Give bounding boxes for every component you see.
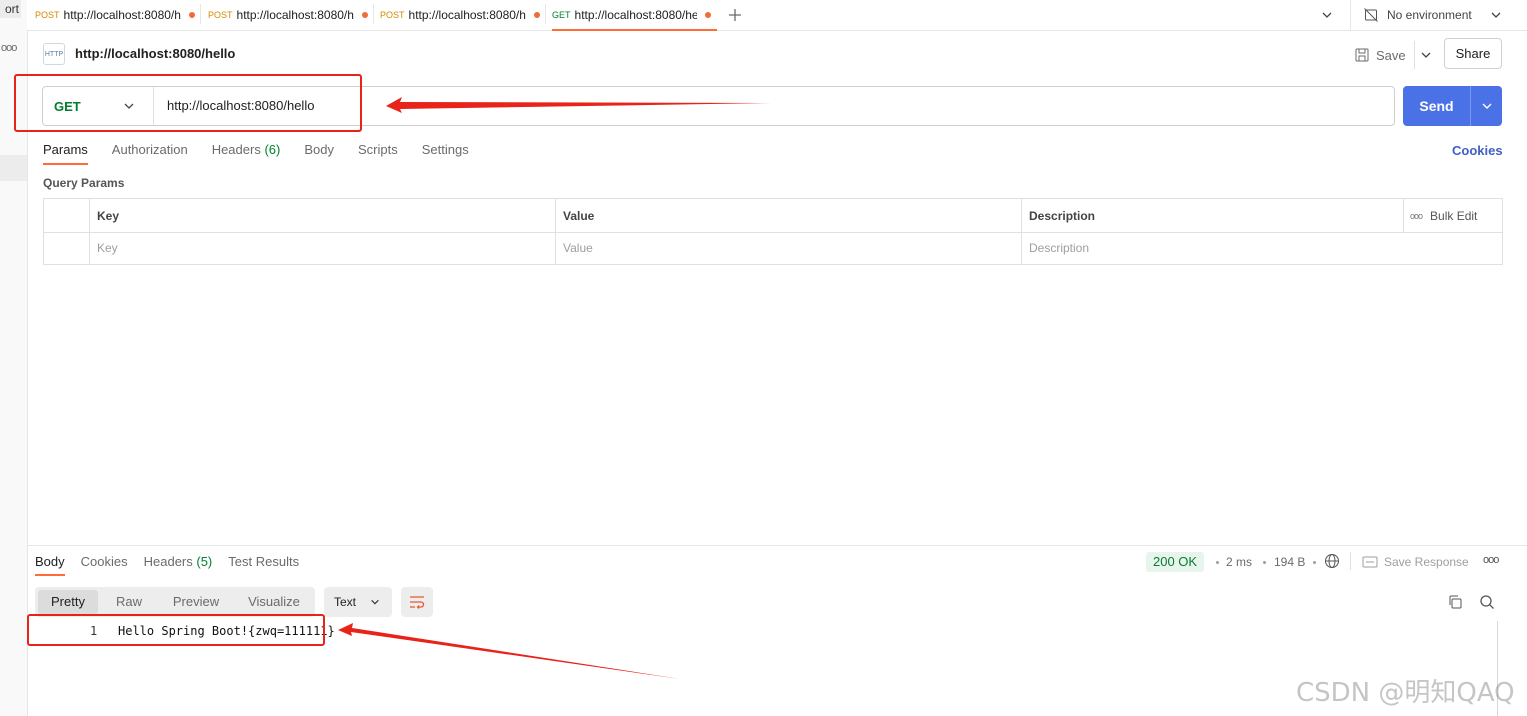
annotation-arrows <box>338 97 772 679</box>
annotation-arrow-request <box>386 97 772 113</box>
watermark-text: CSDN @明知QAQ <box>1296 678 1515 708</box>
annotation-arrow-response <box>338 623 680 679</box>
